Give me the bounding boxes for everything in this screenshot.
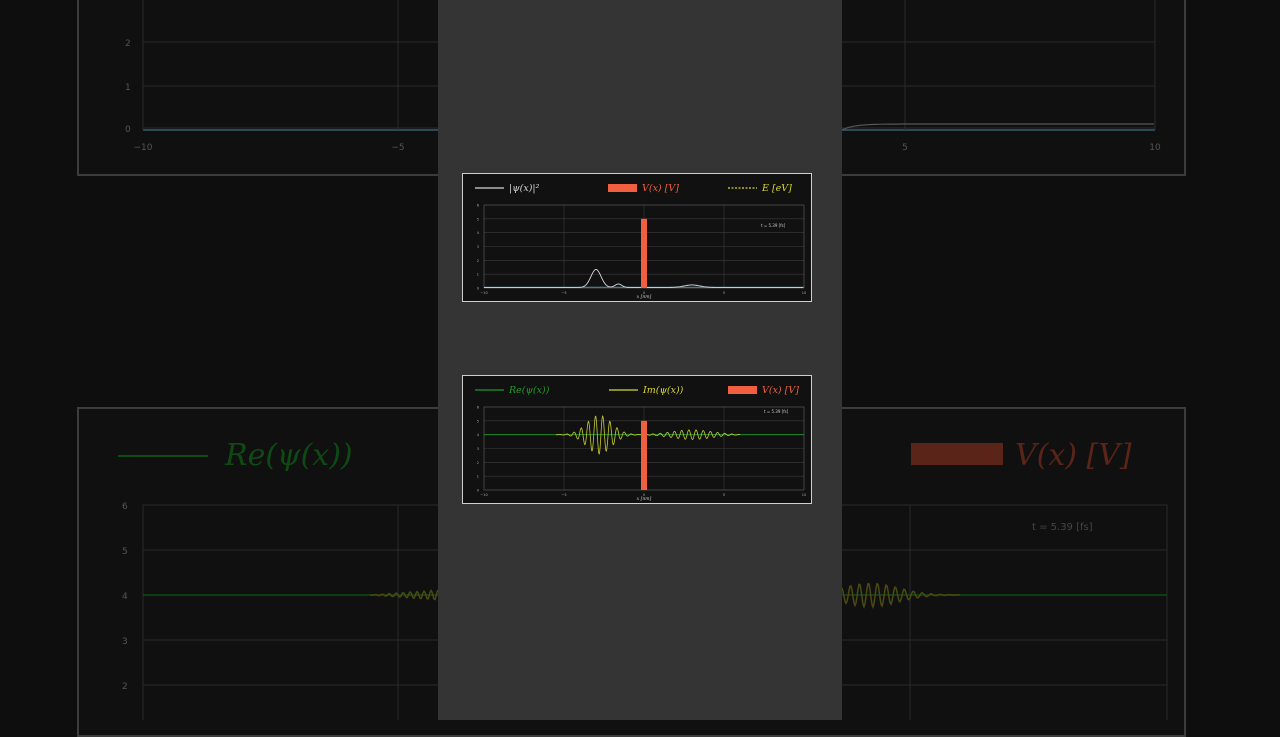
legend-label: Re(ψ(x)) [508,385,550,396]
x-axis-label: x [nm] [637,496,652,502]
y-tick-label: 1 [477,273,479,277]
legend-label: V(x) [V] [762,385,799,396]
center-video-strip [438,0,842,720]
probability-density-svg: |ψ(x)|² V(x) [V] E [eV]0123456−10 −5 0 5 10x [… [475,183,806,300]
bg-y-tick: 2 [122,682,128,692]
bg-y-tick: 5 [122,547,128,557]
bg-y-tick: 4 [122,592,128,602]
x-tick-label: 5 [723,291,725,295]
y-tick-label: 6 [477,204,479,208]
potential-barrier [641,420,647,490]
x-tick-label: 5 [723,493,725,497]
bg-y-tick: 3 [122,637,128,647]
y-tick-label: 0 [477,489,479,493]
y-tick-label: 1 [477,475,479,479]
x-tick-label: −10 [480,291,487,295]
legend-label: E [eV] [761,183,792,194]
x-tick-label: 10 [802,291,806,295]
x-tick-label: 10 [802,493,806,497]
bg-annotation: t = 5.39 [fs] [1032,522,1093,533]
x-tick-label: −5 [561,493,566,497]
probability-density-chart: |ψ(x)|² V(x) [V] E [eV] 0 1 2 3 4 5 6 −10 −5 0 5 10 x [… [462,173,812,302]
y-tick-label: 4 [477,433,480,437]
bg-legend-label-left: Re(ψ(x)) [224,438,353,473]
x-tick-label: −5 [561,291,566,295]
wavefunction-chart: Re(ψ(x)) Im(ψ(x)) V(x) [V] 0 1 2 3 4 5 6 −10 −5 0 5 10… [462,375,812,504]
bg-legend-label-right: V(x) [V] [1015,438,1132,473]
legend-label: |ψ(x)|² [509,183,540,194]
y-tick-label: 5 [477,217,479,221]
y-tick-label: 2 [477,259,479,263]
legend-swatch [728,386,757,394]
potential-barrier [641,218,647,288]
y-tick-label: 0 [477,287,479,291]
time-annotation: t = 5.39 [fs] [764,409,789,414]
legend-label: V(x) [V] [642,183,679,194]
y-tick-label: 5 [477,419,479,423]
bg-y-tick: 6 [122,502,128,512]
y-tick-label: 4 [477,231,480,235]
x-axis-label: x [nm] [637,294,652,300]
x-tick-label: −10 [480,493,487,497]
bg-legend-swatch [911,443,1003,465]
time-annotation: t = 5.39 [fs] [761,223,786,228]
y-tick-label: 3 [477,245,479,249]
wavefunction-svg: Re(ψ(x)) Im(ψ(x)) V(x) [V]0123456−10 −5 0 5 10… [475,385,806,502]
y-tick-label: 2 [477,461,479,465]
y-tick-label: 3 [477,447,479,451]
legend-label: Im(ψ(x)) [642,385,684,396]
legend-swatch [608,184,637,192]
y-tick-label: 6 [477,406,479,410]
